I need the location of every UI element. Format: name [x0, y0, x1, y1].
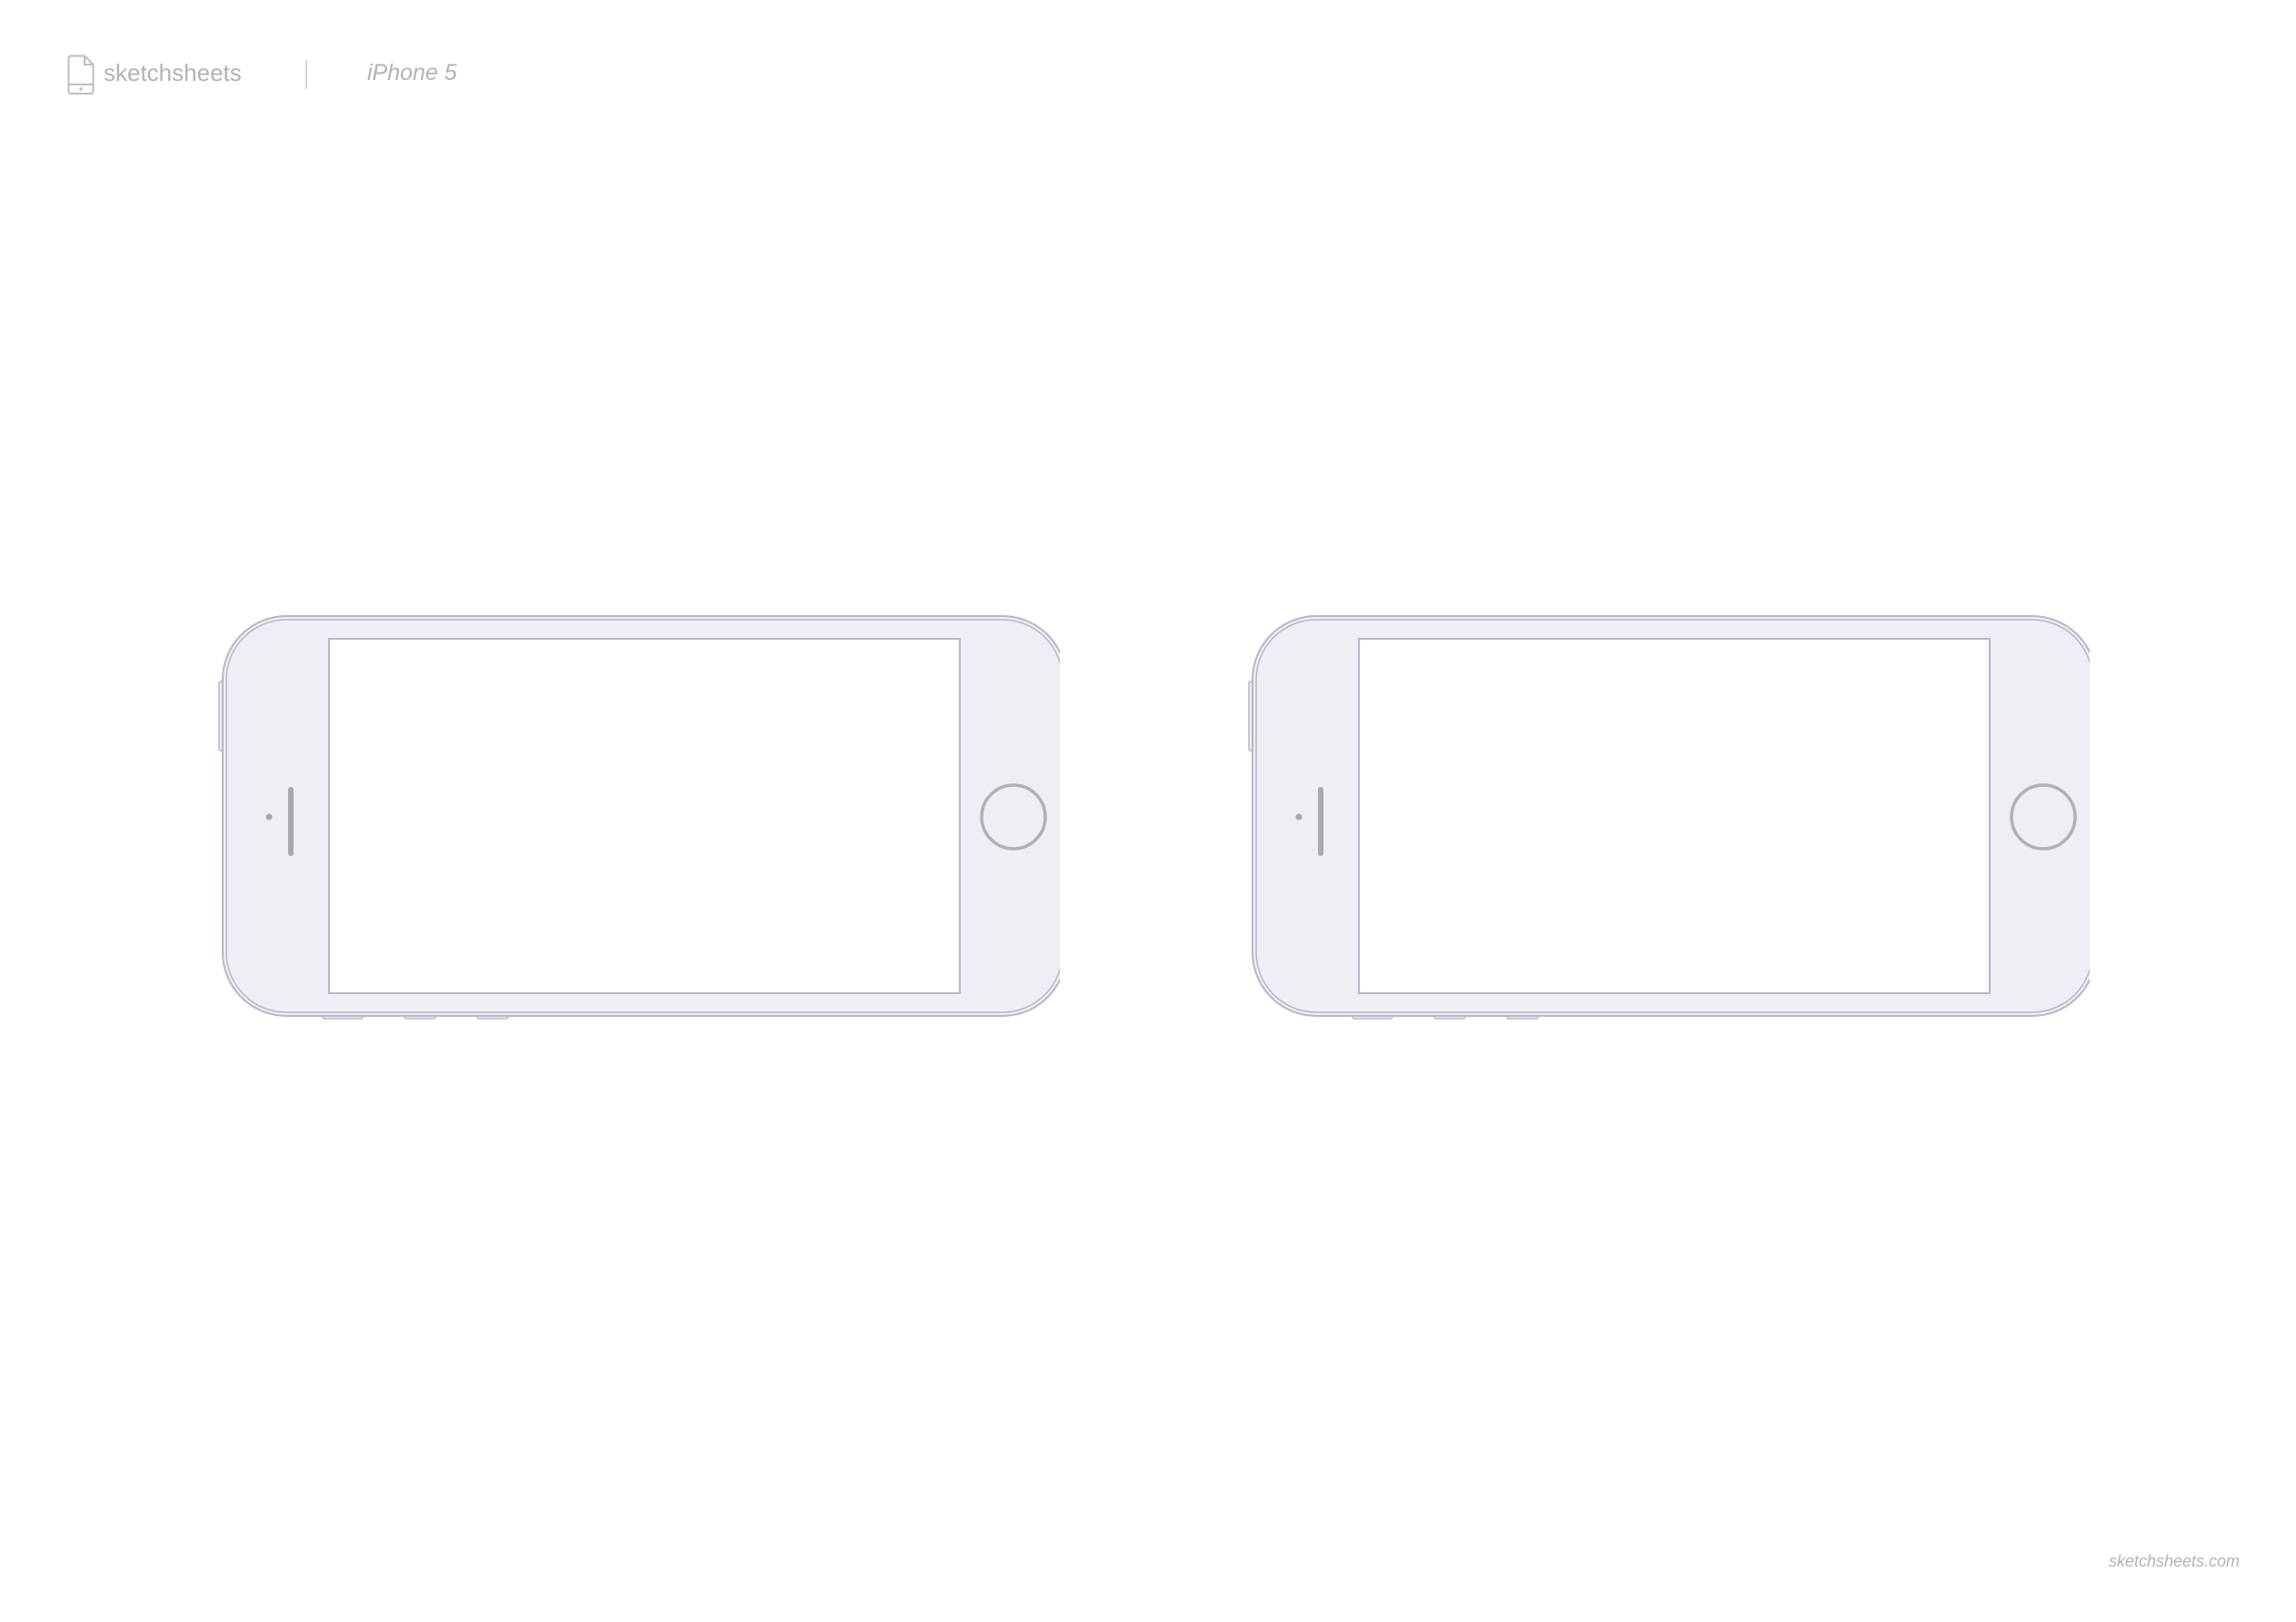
device-screen [328, 638, 961, 994]
speaker-grille [288, 787, 294, 856]
phone-sheet-icon [67, 55, 95, 95]
iphone-landscape-right [1244, 611, 2090, 1029]
camera-icon [1295, 813, 1303, 821]
footer-url: sketchsheets.com [2108, 1552, 2240, 1570]
device-screen [1358, 638, 1991, 994]
page-header: sketchsheets iPhone 5 [67, 51, 576, 96]
camera-icon [265, 813, 273, 821]
speaker-grille [1318, 787, 1323, 856]
device-name: iPhone 5 [367, 60, 457, 85]
header-divider [305, 60, 307, 89]
brand-name: sketchsheets [104, 59, 242, 86]
iphone-landscape-left [215, 611, 1060, 1029]
